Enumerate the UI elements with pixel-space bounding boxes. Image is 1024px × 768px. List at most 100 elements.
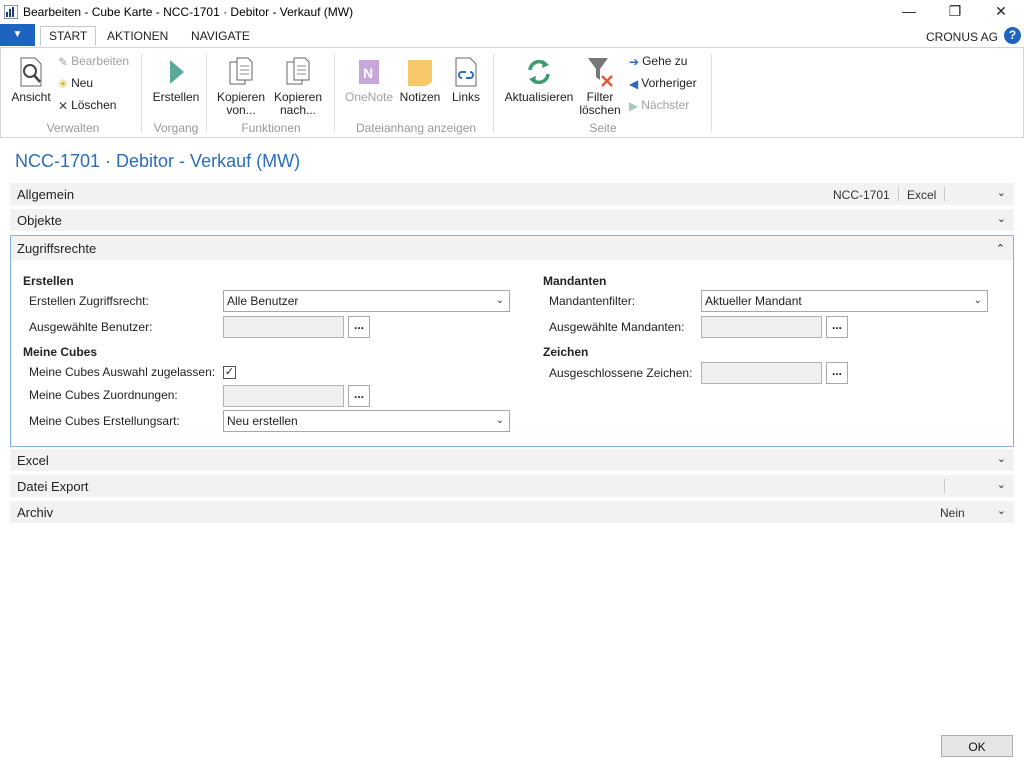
filter-label-1: Filter [586, 90, 614, 104]
section-zeichen: Zeichen [543, 345, 589, 359]
fasttab-datei-export-title: Datei Export [17, 479, 89, 494]
chevron-down-icon: ⌄ [996, 453, 1006, 465]
fasttab-datei-export[interactable]: Datei Export ⌄ [10, 475, 1014, 497]
meine-cubes-erstellungsart-select[interactable]: Neu erstellen ⌄ [223, 410, 510, 432]
tab-navigate[interactable]: NAVIGATE [183, 27, 258, 45]
ribbon: Ansicht ✎ Bearbeiten ✳ Neu ✕ Löschen Verwal… [0, 47, 1024, 138]
ausgewaehlte-mandanten-lookup-button[interactable]: ... [826, 316, 848, 338]
bearbeiten-label: Bearbeiten [71, 54, 130, 68]
close-button[interactable]: ✕ [978, 0, 1024, 24]
ansicht-label: Ansicht [11, 90, 51, 104]
meine-cubes-zuordnungen-field[interactable] [223, 385, 344, 407]
notizen-button[interactable]: Notizen [398, 56, 442, 104]
onenote-label: OneNote [344, 90, 394, 104]
ribbon-separator [711, 54, 712, 132]
naechster-label: Nächster [641, 98, 690, 112]
divider [944, 187, 945, 201]
ausgewaehlte-mandanten-field[interactable] [701, 316, 822, 338]
neu-label: Neu [71, 76, 94, 90]
file-menu-button[interactable]: ▼ [0, 24, 35, 46]
note-icon [408, 60, 432, 86]
loeschen-label: Löschen [71, 98, 117, 112]
ribbon-separator [206, 54, 207, 132]
meine-cubes-zuordnungen-label: Meine Cubes Zuordnungen: [29, 388, 178, 402]
kopieren-von-label-1: Kopieren [216, 90, 266, 104]
aktualisieren-button[interactable]: Aktualisieren [503, 56, 575, 104]
company-name[interactable]: CRONUS AG [926, 30, 998, 44]
erstellen-label: Erstellen [152, 90, 200, 104]
vorheriger-label: Vorheriger [641, 76, 697, 90]
links-button[interactable]: Links [447, 56, 485, 104]
arrow-right-icon: ➔ [629, 54, 640, 69]
fasttab-allgemein[interactable]: Allgemein NCC-1701 Excel ⌄ [10, 183, 1014, 205]
ansicht-button[interactable]: Ansicht [9, 56, 53, 104]
fasttab-objekte[interactable]: Objekte ⌄ [10, 209, 1014, 231]
delete-icon: ✕ [58, 98, 69, 113]
links-label: Links [451, 90, 480, 104]
divider [944, 479, 945, 493]
bearbeiten-button[interactable]: ✎ Bearbeiten [58, 53, 129, 69]
gehe-zu-button[interactable]: ➔ Gehe zu [629, 53, 687, 69]
group-dateianhang: Dateianhang anzeigen [355, 121, 477, 135]
onenote-button[interactable]: N OneNote [343, 56, 395, 104]
erstellen-button[interactable]: Erstellen [151, 56, 201, 104]
erstellen-zugriffsrecht-value: Alle Benutzer [227, 294, 299, 308]
meine-cubes-auswahl-checkbox[interactable]: ✓ [223, 366, 236, 379]
loeschen-button[interactable]: ✕ Löschen [58, 97, 116, 113]
link-icon [455, 57, 477, 87]
chevron-down-icon: ⌄ [996, 213, 1006, 225]
tab-aktionen[interactable]: AKTIONEN [99, 27, 176, 45]
fasttab-excel[interactable]: Excel ⌄ [10, 449, 1014, 471]
fasttab-zugriffsrechte-title: Zugriffsrechte [17, 241, 97, 256]
help-icon[interactable]: ? [1004, 27, 1021, 44]
ausgewaehlte-benutzer-lookup-button[interactable]: ... [348, 316, 370, 338]
refresh-icon [528, 59, 550, 85]
mandantenfilter-select[interactable]: Aktueller Mandant ⌄ [701, 290, 988, 312]
kopieren-nach-button[interactable]: Kopieren nach... [272, 56, 324, 117]
kopieren-nach-label-2: nach... [279, 103, 317, 117]
fasttab-excel-title: Excel [17, 453, 49, 468]
naechster-button[interactable]: ▶ Nächster [629, 97, 689, 113]
next-icon: ▶ [629, 98, 639, 113]
fasttab-allgemein-value-code: NCC-1701 [833, 188, 890, 202]
chevron-down-icon: ⌄ [996, 187, 1006, 199]
fasttab-archiv[interactable]: Archiv Nein ⌄ [10, 501, 1014, 523]
ok-button[interactable]: OK [941, 735, 1013, 757]
ausgewaehlte-benutzer-label: Ausgewählte Benutzer: [29, 320, 153, 334]
chevron-down-icon: ⌄ [996, 505, 1006, 517]
fasttab-allgemein-value-type: Excel [907, 188, 937, 202]
title-bar: Bearbeiten - Cube Karte - NCC-1701 · Deb… [0, 0, 1024, 24]
aktualisieren-label: Aktualisieren [504, 90, 574, 104]
copy-from-icon [229, 57, 253, 85]
erstellen-zugriffsrecht-label: Erstellen Zugriffsrecht: [29, 294, 149, 308]
neu-button[interactable]: ✳ Neu [58, 75, 93, 91]
ausgeschlossene-zeichen-field[interactable] [701, 362, 822, 384]
fasttab-zugriffsrechte-header[interactable]: Zugriffsrechte ⌃ [11, 236, 1013, 260]
group-vorgang: Vorgang [153, 121, 199, 135]
minimize-button[interactable]: — [886, 0, 932, 24]
group-seite: Seite [589, 121, 617, 135]
ausgewaehlte-benutzer-field[interactable] [223, 316, 344, 338]
ribbon-separator [334, 54, 335, 132]
erstellen-zugriffsrecht-select[interactable]: Alle Benutzer ⌄ [223, 290, 510, 312]
notizen-label: Notizen [399, 90, 441, 104]
copy-to-icon [286, 57, 310, 85]
tab-start[interactable]: START [40, 26, 97, 46]
kopieren-von-button[interactable]: Kopieren von... [215, 56, 267, 117]
pencil-icon: ✎ [58, 54, 69, 69]
ausgewaehlte-mandanten-label: Ausgewählte Mandanten: [549, 320, 685, 334]
onenote-icon: N [359, 60, 379, 84]
restore-button[interactable]: ❐ [932, 0, 978, 24]
mandantenfilter-label: Mandantenfilter: [549, 294, 636, 308]
filter-loeschen-button[interactable]: Filter löschen [577, 56, 623, 117]
fasttab-zugriffsrechte: Zugriffsrechte ⌃ Erstellen Erstellen Zug… [10, 235, 1014, 447]
section-mandanten: Mandanten [543, 274, 607, 288]
ausgeschlossene-zeichen-lookup-button[interactable]: ... [826, 362, 848, 384]
meine-cubes-erstellungsart-label: Meine Cubes Erstellungsart: [29, 414, 180, 428]
chevron-down-icon: ⌄ [973, 295, 982, 306]
chevron-down-icon: ⌄ [495, 415, 504, 426]
vorheriger-button[interactable]: ◀ Vorheriger [629, 75, 697, 91]
ribbon-separator [493, 54, 494, 132]
meine-cubes-zuordnungen-lookup-button[interactable]: ... [348, 385, 370, 407]
chevron-down-icon: ⌄ [495, 295, 504, 306]
